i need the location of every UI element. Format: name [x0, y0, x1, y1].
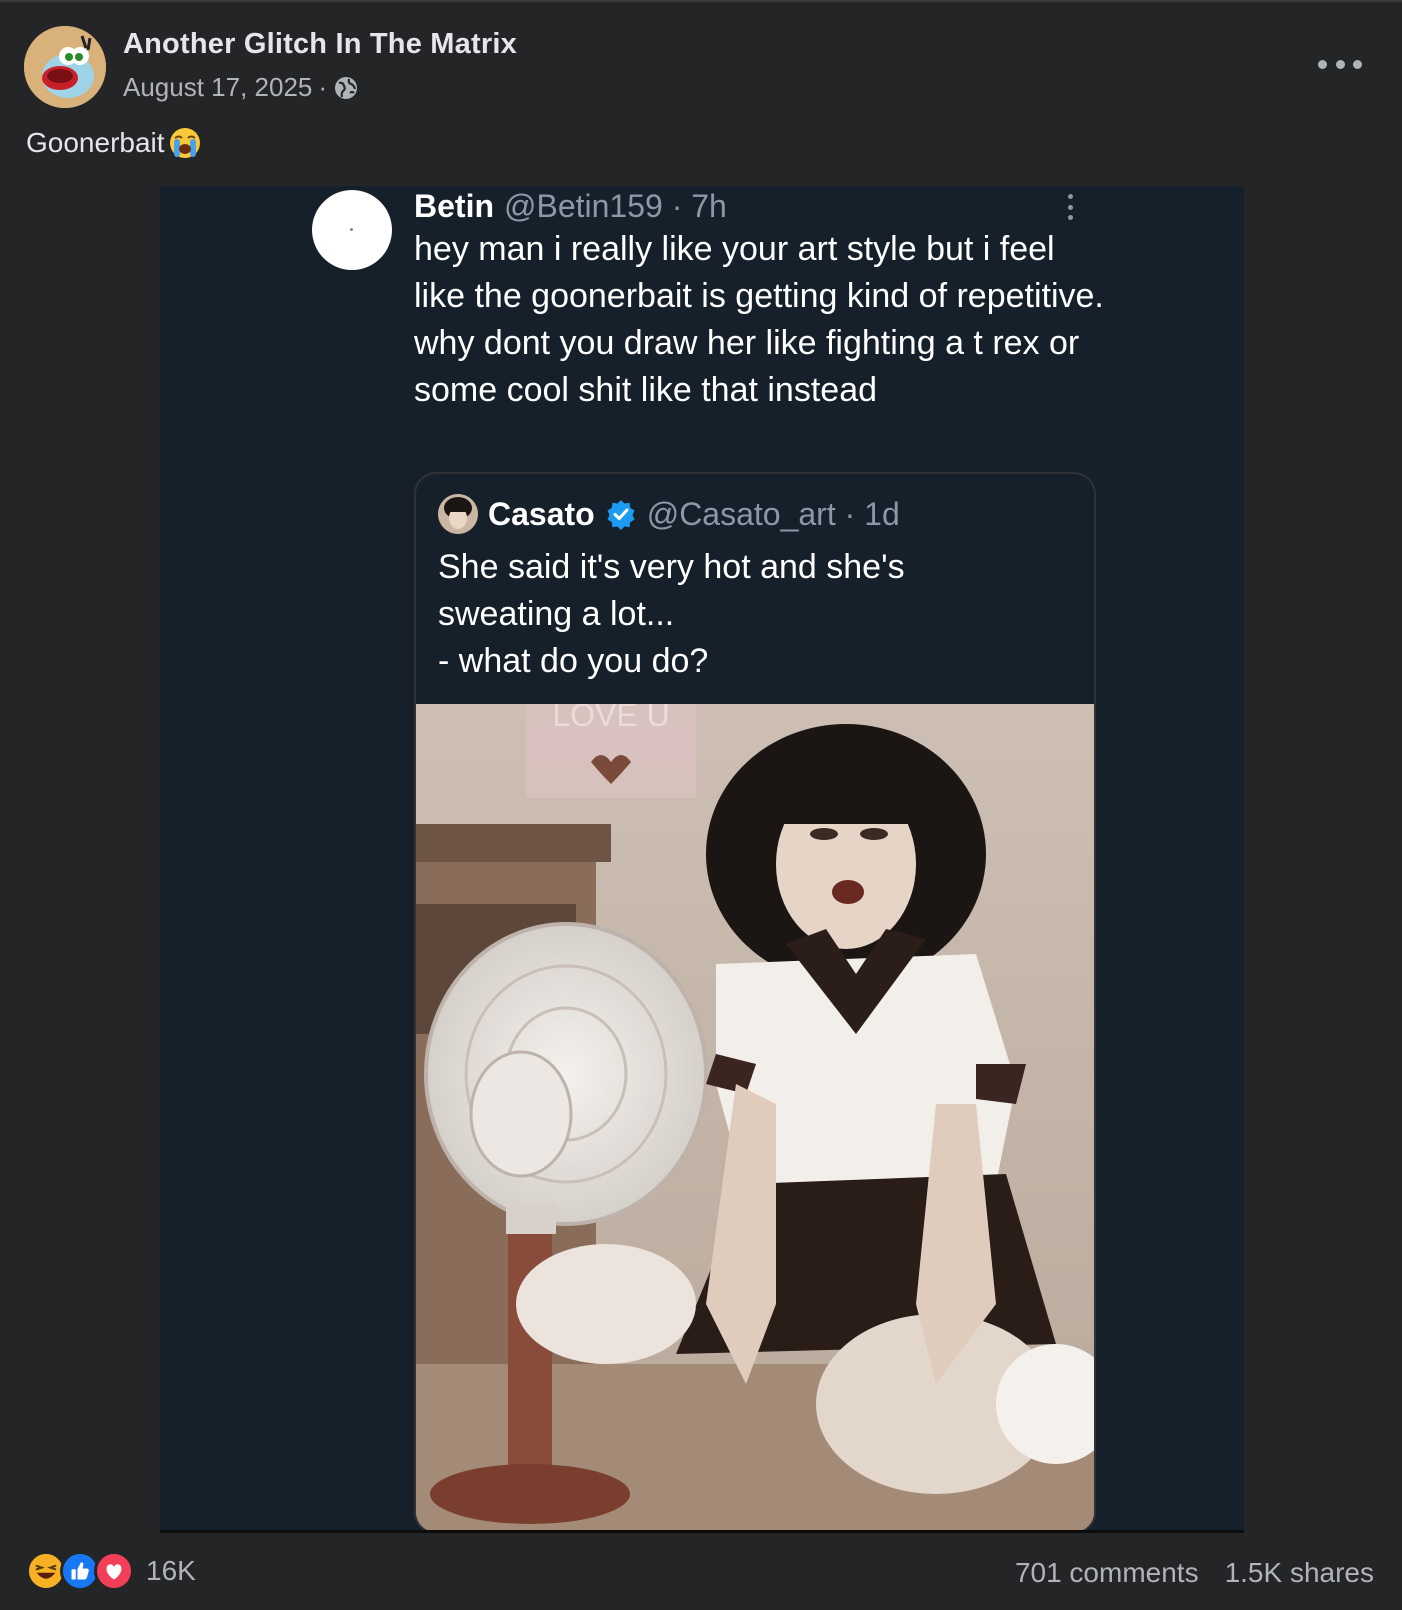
page-name[interactable]: Another Glitch In The Matrix — [123, 28, 517, 61]
post-footer: 16K 701 comments 1.5K shares — [0, 1533, 1402, 1610]
caption-text: Goonerbait — [26, 127, 165, 158]
tweet-header: Betin @Betin159 · 7h — [414, 186, 727, 226]
artwork-image: LOVE U — [416, 704, 1094, 1530]
quoted-tweet: Casato @Casato_art · 1d She said it's ve… — [414, 472, 1096, 1530]
loudly-crying-face-emoji — [169, 128, 200, 158]
tweet-more-icon — [1068, 194, 1074, 220]
shares-count[interactable]: 1.5K shares — [1225, 1557, 1374, 1589]
post-header: Another Glitch In The Matrix August 17, … — [0, 2, 1402, 122]
tweet-author-handle: @Betin159 · 7h — [504, 188, 727, 224]
page-avatar[interactable] — [24, 26, 106, 108]
quoted-text-line: She said it's very hot and she's — [438, 548, 905, 586]
verified-badge-icon — [607, 500, 635, 530]
post-meta: August 17, 2025 · — [123, 72, 359, 103]
tweet-author-avatar — [312, 190, 392, 270]
reaction-count[interactable]: 16K — [146, 1555, 196, 1587]
quoted-tweet-text: She said it's very hot and she's sweatin… — [438, 544, 1058, 685]
more-options-icon[interactable] — [1318, 52, 1362, 76]
quoted-text-line: - what do you do? — [438, 642, 709, 680]
quoted-author-name: Casato — [488, 495, 595, 532]
engagement-stats: 701 comments 1.5K shares — [1015, 1557, 1374, 1589]
meta-separator: · — [318, 72, 328, 102]
tweet-author-name: Betin — [414, 188, 494, 224]
poster-text: LOVE U — [552, 704, 669, 733]
quoted-author-handle: @Casato_art · 1d — [646, 495, 900, 532]
post-caption: Goonerbait — [26, 126, 202, 160]
quoted-tweet-header: Casato @Casato_art · 1d — [438, 494, 900, 534]
quoted-author-avatar — [438, 494, 478, 534]
post-date[interactable]: August 17, 2025 — [123, 72, 312, 103]
post-media-screenshot[interactable]: Betin @Betin159 · 7h hey man i really li… — [160, 186, 1244, 1530]
love-reaction-icon — [94, 1551, 134, 1591]
tweet-text: hey man i really like your art style but… — [414, 230, 1104, 409]
comments-count[interactable]: 701 comments — [1015, 1557, 1199, 1589]
reactions-summary[interactable]: 16K — [26, 1551, 196, 1591]
facebook-post: Another Glitch In The Matrix August 17, … — [0, 0, 1402, 1610]
globe-icon — [335, 76, 358, 99]
quoted-text-line: sweating a lot... — [438, 595, 675, 633]
